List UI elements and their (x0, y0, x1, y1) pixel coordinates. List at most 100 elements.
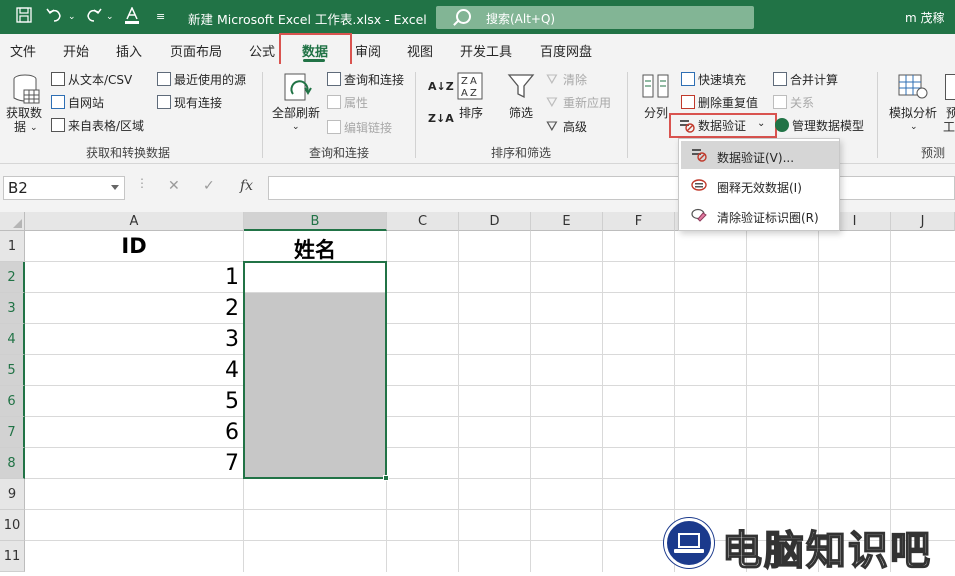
edit-links-button[interactable]: 编辑链接 (344, 121, 392, 135)
flash-fill-button[interactable]: 快速填充 (698, 73, 746, 87)
data-validation-dropdown-icon[interactable]: ⌄ (757, 117, 765, 131)
what-if-analysis-button[interactable]: 模拟分析 (889, 106, 937, 120)
row-header-4[interactable]: 4 (0, 324, 25, 355)
text-to-columns-icon[interactable] (642, 72, 670, 103)
cancel-icon[interactable]: ✕ (168, 178, 180, 194)
menu-item-clear-circles[interactable]: 清除验证标识圈(R) (681, 201, 839, 229)
row-header-8[interactable]: 8 (0, 448, 25, 479)
remove-duplicates-button[interactable]: 删除重复值 (698, 96, 758, 110)
row-header-6[interactable]: 6 (0, 386, 25, 417)
cell-a5[interactable]: 4 (25, 358, 239, 383)
from-web-button[interactable]: 自网站 (68, 96, 104, 110)
tab-insert[interactable]: 插入 (116, 41, 142, 60)
group-separator (877, 72, 878, 158)
tab-view[interactable]: 视图 (407, 41, 433, 60)
enter-icon[interactable]: ✓ (203, 178, 215, 194)
sort-button[interactable]: 排序 (459, 106, 483, 120)
properties-button[interactable]: 属性 (344, 96, 368, 110)
forecast-sheet-icon[interactable] (945, 74, 955, 100)
search-box[interactable]: 搜索(Alt+Q) (436, 6, 754, 29)
sort-descending-button[interactable]: Z↓A (428, 112, 454, 126)
what-if-analysis-icon[interactable] (898, 72, 928, 103)
get-data-icon[interactable] (11, 74, 41, 109)
filter-button[interactable]: 筛选 (509, 106, 533, 120)
existing-connections-icon (157, 95, 171, 109)
consolidate-button[interactable]: 合并计算 (790, 73, 838, 87)
cell-a6[interactable]: 5 (25, 389, 239, 414)
relationships-button[interactable]: 关系 (790, 96, 814, 110)
recent-sources-button[interactable]: 最近使用的源 (174, 73, 246, 87)
name-box-dropdown-icon[interactable] (111, 185, 119, 190)
column-header-e[interactable]: E (531, 212, 603, 231)
refresh-dropdown-icon[interactable]: ⌄ (292, 120, 300, 134)
selection-border (243, 261, 387, 479)
name-box[interactable]: B2 (3, 176, 125, 200)
queries-connections-button[interactable]: 查询和连接 (344, 73, 404, 87)
what-if-dropdown-icon[interactable]: ⌄ (910, 120, 918, 134)
column-header-a[interactable]: A (25, 212, 244, 231)
tab-baidu-netdisk[interactable]: 百度网盘 (540, 41, 592, 60)
font-color-icon[interactable] (124, 6, 140, 30)
user-name[interactable]: m 茂稼 (905, 9, 945, 26)
refresh-all-icon[interactable] (283, 72, 313, 107)
cell-a4[interactable]: 3 (25, 327, 239, 352)
tab-file[interactable]: 文件 (10, 41, 36, 60)
text-to-columns-button[interactable]: 分列 (644, 106, 668, 120)
column-header-b[interactable]: B (244, 212, 387, 231)
formula-input[interactable] (268, 176, 955, 200)
row-header-11[interactable]: 11 (0, 541, 25, 572)
refresh-all-button[interactable]: 全部刷新 (272, 106, 320, 120)
menu-item-data-validation[interactable]: 数据验证(V)... (681, 141, 839, 169)
clear-button[interactable]: 清除 (563, 73, 587, 87)
cell-a7[interactable]: 6 (25, 420, 239, 445)
redo-dropdown-icon[interactable]: ⌄ (106, 7, 114, 27)
row-header-10[interactable]: 10 (0, 510, 25, 541)
row-header-1[interactable]: 1 (0, 231, 25, 262)
cell-a8[interactable]: 7 (25, 451, 239, 476)
filter-icon[interactable] (507, 72, 535, 103)
existing-connections-button[interactable]: 现有连接 (174, 96, 222, 110)
row-header-9[interactable]: 9 (0, 479, 25, 510)
undo-icon[interactable] (46, 7, 64, 28)
sort-icon[interactable]: ZAAZ (457, 72, 483, 103)
column-header-c[interactable]: C (387, 212, 459, 231)
forecast-sheet-label[interactable]: 预 (946, 106, 955, 120)
tab-page-layout[interactable]: 页面布局 (170, 41, 222, 60)
reapply-button[interactable]: 重新应用 (563, 96, 611, 110)
column-header-f[interactable]: F (603, 212, 675, 231)
advanced-filter-icon: ⛛ (546, 119, 558, 135)
column-header-j[interactable]: J (891, 212, 955, 231)
column-header-d[interactable]: D (459, 212, 531, 231)
data-validation-button[interactable]: 数据验证 (698, 119, 746, 133)
row-header-2[interactable]: 2 (0, 262, 25, 293)
forecast-sheet-label-2[interactable]: 工 (943, 120, 955, 134)
sort-ascending-button[interactable]: A↓Z (428, 80, 454, 94)
tab-home[interactable]: 开始 (63, 41, 89, 60)
tab-review[interactable]: 审阅 (355, 41, 381, 60)
from-text-csv-button[interactable]: 从文本/CSV (68, 73, 132, 87)
cell-a1[interactable]: ID (25, 234, 243, 258)
get-data-dropdown-icon[interactable]: ⌄ (30, 121, 38, 135)
more-options-icon[interactable]: ⋮ (136, 176, 148, 190)
customize-qat-icon[interactable]: ≡ (156, 7, 165, 27)
select-all-button[interactable] (0, 212, 25, 231)
fill-handle[interactable] (383, 475, 389, 481)
get-data-label-2[interactable]: 据 (14, 120, 26, 134)
get-data-label[interactable]: 获取数 (6, 106, 42, 120)
tab-formulas[interactable]: 公式 (249, 41, 275, 60)
row-header-7[interactable]: 7 (0, 417, 25, 448)
menu-item-circle-invalid[interactable]: 圈释无效数据(I) (681, 171, 839, 199)
cell-b1[interactable]: 姓名 (244, 234, 386, 264)
row-header-5[interactable]: 5 (0, 355, 25, 386)
save-icon[interactable] (16, 7, 32, 28)
advanced-button[interactable]: 高级 (563, 120, 587, 134)
undo-dropdown-icon[interactable]: ⌄ (68, 7, 76, 27)
from-table-button[interactable]: 来自表格/区域 (68, 119, 144, 133)
row-header-3[interactable]: 3 (0, 293, 25, 324)
cell-a3[interactable]: 2 (25, 296, 239, 321)
manage-data-model-button[interactable]: 管理数据模型 (792, 119, 864, 133)
tab-developer[interactable]: 开发工具 (460, 41, 512, 60)
redo-icon[interactable] (84, 7, 102, 28)
insert-function-icon[interactable]: fx (240, 178, 253, 194)
cell-a2[interactable]: 1 (25, 265, 239, 290)
